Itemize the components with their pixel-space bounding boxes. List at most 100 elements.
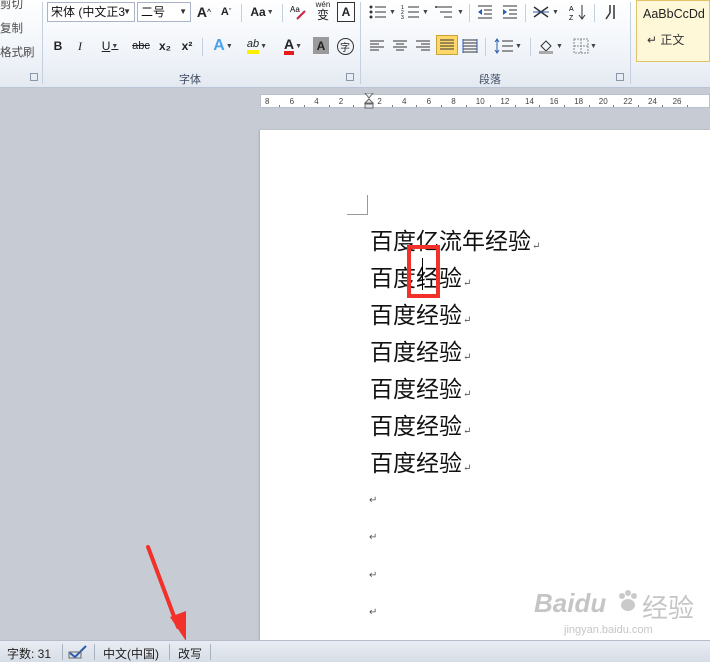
- multilevel-list-button[interactable]: ▼: [433, 2, 465, 22]
- distributed-button[interactable]: [460, 36, 480, 56]
- font-color-button[interactable]: A ▼: [278, 36, 308, 56]
- empty-paragraph-mark: ↵: [369, 607, 378, 618]
- font-name-combo[interactable]: 宋体 (中文正3 ▼: [47, 2, 135, 22]
- paragraph-line[interactable]: 百度亿流年经验↵: [370, 222, 540, 256]
- language-indicator[interactable]: 中文(中国): [103, 645, 159, 662]
- divider: [530, 38, 531, 56]
- char-border-label: A: [341, 5, 351, 19]
- char-shading-button[interactable]: A: [313, 37, 329, 54]
- text-effects-button[interactable]: A ▼: [208, 36, 238, 56]
- proofing-icon[interactable]: [68, 643, 88, 662]
- font-size-combo[interactable]: 二号 ▼: [137, 2, 191, 22]
- sort-icon: AZ: [569, 5, 586, 21]
- paragraph-line[interactable]: 百度经验↵: [370, 296, 471, 330]
- align-center-button[interactable]: [390, 36, 410, 56]
- align-left-button[interactable]: [367, 36, 387, 56]
- highlight-button[interactable]: ab ▼: [242, 36, 272, 56]
- chevron-down-icon: ▼: [389, 8, 396, 16]
- divider: [210, 644, 211, 660]
- paragraph-line[interactable]: 百度经验↵: [370, 444, 471, 478]
- char-border-button[interactable]: A: [337, 2, 355, 22]
- ruler-tick-label: 26: [672, 97, 682, 106]
- superscript-label: x²: [181, 39, 193, 53]
- clipboard-launcher-icon[interactable]: [30, 73, 38, 81]
- chinese-layout-button[interactable]: ▼: [530, 2, 560, 22]
- paragraph-mark: ↵: [532, 241, 541, 252]
- font-group-label: 字体: [179, 74, 201, 86]
- numbering-icon: 123: [401, 5, 420, 20]
- change-case-button[interactable]: Aa ▼: [248, 2, 276, 22]
- svg-text:A: A: [569, 6, 574, 13]
- divider: [485, 38, 486, 56]
- borders-button[interactable]: ▼: [570, 36, 600, 56]
- decrease-indent-icon: [478, 5, 492, 19]
- cut-button[interactable]: 剪切: [0, 0, 23, 12]
- strikethrough-button[interactable]: abc: [130, 36, 152, 56]
- ruler-tick-mark: [465, 105, 467, 107]
- format-painter-button[interactable]: 格式刷: [0, 44, 35, 60]
- phonetic-char: 变: [316, 8, 329, 22]
- ruler-tick-mark: [539, 105, 541, 107]
- crop-mark: [347, 214, 368, 215]
- shrink-font-label: A: [220, 6, 229, 18]
- document-page[interactable]: 百度亿流年经验↵ 百度经验↵ 百度经验↵ 百度经验↵ 百度经验↵ 百度经验↵ 百…: [260, 130, 710, 640]
- group-separator: [42, 2, 43, 84]
- line-spacing-button[interactable]: ▼: [492, 36, 524, 56]
- borders-icon: [573, 38, 589, 54]
- justify-button[interactable]: [436, 35, 458, 55]
- chevron-down-icon: ▼: [295, 42, 303, 50]
- enclose-char-button[interactable]: 字: [335, 36, 355, 56]
- subscript-button[interactable]: x₂: [156, 36, 174, 56]
- clear-format-button[interactable]: Aa: [288, 2, 308, 22]
- annotation-arrow-icon: [146, 545, 186, 641]
- style-normal-tile[interactable]: AaBbCcDd ↵ 正文: [636, 0, 710, 62]
- indent-marker-icon[interactable]: [364, 93, 374, 109]
- divider: [594, 4, 595, 22]
- shrink-font-button[interactable]: Aˇ: [217, 2, 235, 22]
- chevron-down-icon: ▼: [590, 42, 597, 50]
- chevron-down-icon: ▼: [556, 42, 563, 50]
- chinese-layout-icon: [533, 6, 550, 18]
- line-spacing-icon: [494, 38, 514, 54]
- align-right-icon: [416, 40, 430, 51]
- sort-button[interactable]: AZ: [568, 2, 588, 22]
- paragraph-line[interactable]: 百度经验↵: [370, 370, 471, 404]
- show-marks-button[interactable]: [600, 2, 620, 22]
- decrease-indent-button[interactable]: [474, 2, 496, 22]
- justify-icon: [440, 39, 454, 50]
- word-count[interactable]: 字数: 31: [7, 645, 51, 662]
- bold-button[interactable]: B: [50, 36, 66, 56]
- italic-button[interactable]: I: [72, 36, 88, 56]
- ruler-tick-label: 12: [500, 97, 510, 106]
- empty-paragraph-mark: ↵: [369, 532, 378, 543]
- paragraph-line[interactable]: 百度经验↵: [370, 333, 471, 367]
- underline-button[interactable]: U ▼: [96, 36, 124, 56]
- overtype-mode-indicator[interactable]: 改写: [178, 645, 202, 662]
- increase-indent-icon: [503, 5, 517, 19]
- font-launcher-icon[interactable]: [346, 73, 354, 81]
- watermark-brand: Baidu: [534, 588, 607, 618]
- chevron-down-icon: ▼: [266, 8, 274, 16]
- italic-label: I: [78, 38, 82, 53]
- chevron-down-icon: ▼: [123, 7, 131, 16]
- paint-bucket-icon: [539, 40, 554, 54]
- bullets-button[interactable]: ▼: [367, 2, 397, 22]
- numbering-button[interactable]: 1 2 3 ▼: [400, 2, 430, 22]
- paragraph-mark: ↵: [463, 278, 472, 289]
- align-right-button[interactable]: [413, 36, 433, 56]
- paragraph-line[interactable]: 百度经验↵: [370, 407, 471, 441]
- increase-indent-button[interactable]: [499, 2, 521, 22]
- paragraph-launcher-icon[interactable]: [616, 73, 624, 81]
- svg-text:3: 3: [401, 15, 404, 20]
- horizontal-ruler[interactable]: 8 6 4 2 2 4 6 8 10 12 14 16 18 20 22 24 26: [260, 93, 710, 109]
- font-size-value: 二号: [141, 5, 166, 19]
- ruler-tick-label: 8: [451, 97, 456, 106]
- chevron-down-icon: ▼: [422, 8, 429, 16]
- superscript-button[interactable]: x²: [178, 36, 196, 56]
- shading-button[interactable]: ▼: [535, 36, 565, 56]
- copy-button[interactable]: 复制: [0, 20, 23, 36]
- grow-font-button[interactable]: A ^: [195, 2, 213, 22]
- paragraph-mark: ↵: [463, 426, 472, 437]
- enclose-char-label: 字: [336, 37, 354, 55]
- phonetic-guide-button[interactable]: wén 变: [312, 0, 334, 22]
